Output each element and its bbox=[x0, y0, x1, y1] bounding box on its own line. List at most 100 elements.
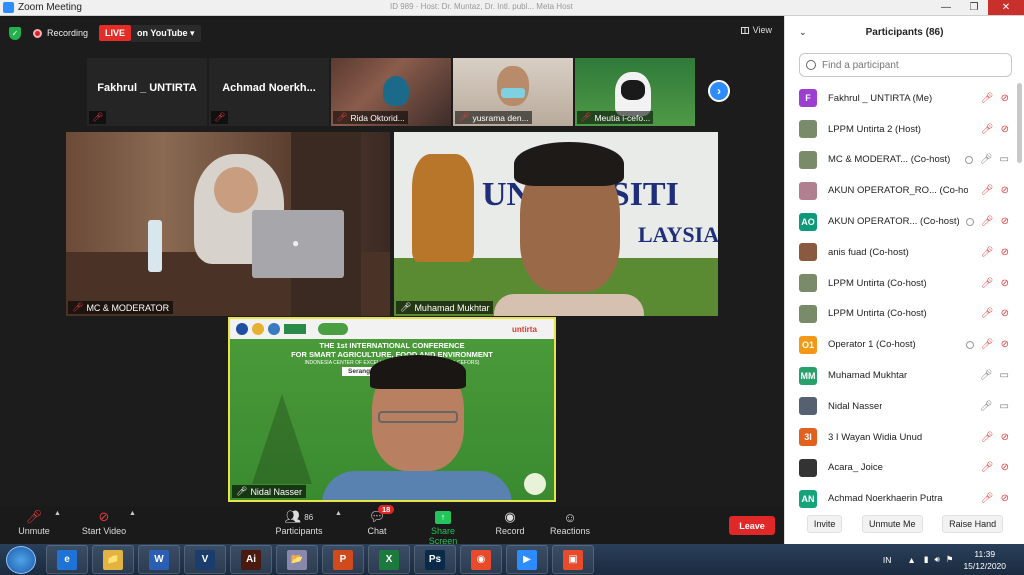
participant-row[interactable]: MM Muhamad Mukhtar 🎤︎ ▭ bbox=[785, 360, 1017, 391]
participant-name: AKUN OPERATOR_RO... (Co-host) bbox=[828, 185, 968, 197]
invite-button[interactable]: Invite bbox=[806, 515, 843, 533]
maximize-button[interactable]: ❐ bbox=[960, 0, 988, 15]
network-icon[interactable]: ▮ bbox=[924, 554, 929, 565]
mic-muted-icon: 🎤︎ bbox=[980, 185, 994, 197]
taskbar-app-button[interactable]: Ps bbox=[414, 545, 456, 574]
live-badge[interactable]: LIVE bbox=[99, 25, 132, 41]
participant-status-icons: 🎤︎ ⊘ bbox=[981, 462, 1009, 473]
recording-indicator[interactable]: Recording bbox=[33, 28, 88, 38]
record-permission-icon bbox=[965, 340, 974, 349]
record-icon: ◉ bbox=[504, 509, 516, 524]
chevron-down-icon[interactable]: ⌄ bbox=[799, 27, 807, 38]
chat-unread-badge: 18 bbox=[378, 505, 395, 514]
participant-figure bbox=[383, 76, 409, 106]
chevron-up-icon[interactable]: ▲ bbox=[335, 510, 342, 517]
chevron-up-icon[interactable]: ▲ bbox=[54, 510, 61, 517]
participant-row[interactable]: O1 Operator 1 (Co-host) 🎤︎ ⊘ bbox=[785, 329, 1017, 360]
next-page-button[interactable]: › bbox=[708, 80, 730, 102]
taskbar-app-button[interactable]: ▶ bbox=[506, 545, 548, 574]
mic-muted-icon: 🎤︎ bbox=[458, 112, 470, 122]
gallery-thumb-5[interactable]: 🎤︎ Meutia i-cefo... bbox=[575, 58, 695, 126]
app-icon: V bbox=[195, 549, 215, 570]
participant-row[interactable]: Nidal Nasser 🎤︎ ▭ bbox=[785, 391, 1017, 422]
gallery-thumb-4[interactable]: 🎤︎ yusrama den... bbox=[453, 58, 573, 126]
scrollbar[interactable] bbox=[1017, 83, 1022, 163]
gallery-thumb-1[interactable]: Fakhrul _ UNTIRTA 🎤︎ bbox=[87, 58, 207, 126]
video-off-icon: ⊘ bbox=[1000, 431, 1009, 443]
speaker-hair bbox=[370, 355, 466, 389]
participant-search[interactable]: Find a participant bbox=[799, 53, 1012, 77]
recording-label: Recording bbox=[47, 28, 89, 38]
participant-row[interactable]: F Fakhrul _ UNTIRTA (Me) 🎤︎ ⊘ bbox=[785, 83, 1017, 114]
taskbar-app-button[interactable]: ▣ bbox=[552, 545, 594, 574]
participant-row[interactable]: MC & MODERAT... (Co-host) 🎤︎ ▭ bbox=[785, 145, 1017, 176]
language-indicator[interactable]: IN bbox=[883, 555, 892, 565]
participant-row[interactable]: LPPM Untirta 2 (Host) 🎤︎ ⊘ bbox=[785, 114, 1017, 145]
thumb-label-text: Rida Oktorid... bbox=[350, 112, 405, 123]
start-button[interactable] bbox=[6, 545, 36, 574]
participant-status-icons: 🎤︎ ▭ bbox=[980, 401, 1009, 412]
flag-icon[interactable]: ⚑ bbox=[946, 554, 954, 565]
share-screen-button[interactable]: ↑ Share Screen bbox=[416, 508, 470, 546]
taskbar-app-button[interactable]: Ai bbox=[230, 545, 272, 574]
speaker-hair bbox=[514, 142, 624, 186]
mic-icon: 🎤︎ bbox=[979, 154, 993, 166]
participant-name: Operator 1 (Co-host) bbox=[828, 339, 916, 351]
participant-status-icons: 🎤︎ ⊘ bbox=[981, 493, 1009, 504]
unmute-me-button[interactable]: Unmute Me bbox=[861, 515, 923, 533]
tray-chevron-icon[interactable]: ▲ bbox=[907, 555, 915, 565]
thumb-label: 🎤︎ Meutia i-cefo... bbox=[577, 111, 654, 124]
video-icon: ▭ bbox=[999, 370, 1009, 382]
gallery-thumb-3[interactable]: 🎤︎ Rida Oktorid... bbox=[331, 58, 451, 126]
app-icon: X bbox=[379, 549, 399, 570]
youtube-live-dropdown[interactable]: on YouTube ▾ bbox=[131, 24, 201, 42]
raise-hand-button[interactable]: Raise Hand bbox=[942, 515, 1004, 533]
mic-muted-icon: 🎤︎ bbox=[336, 112, 348, 122]
video-tile-muhamad[interactable]: UN VERSITI LAYSIA 🎤︎Muhamad Mukhtar bbox=[394, 132, 718, 316]
participant-row[interactable]: AN Achmad Noerkhaerin Putra 🎤︎ ⊘ bbox=[785, 483, 1017, 514]
taskbar-app-button[interactable]: X bbox=[368, 545, 410, 574]
participant-row[interactable]: LPPM Untirta (Co-host) 🎤︎ ⊘ bbox=[785, 268, 1017, 299]
taskbar-app-button[interactable]: 📁 bbox=[92, 545, 134, 574]
avatar: MM bbox=[799, 366, 817, 385]
participant-row[interactable]: 3I 3 I Wayan Widia Unud 🎤︎ ⊘ bbox=[785, 422, 1017, 453]
start-video-button[interactable]: ⊘ Start Video ▲ bbox=[79, 508, 136, 536]
chat-label: Chat bbox=[367, 526, 387, 536]
taskbar-app-button[interactable]: W bbox=[138, 545, 180, 574]
video-tile-nidal[interactable]: untirta THE 1st INTERNATIONAL CONFERENCE… bbox=[228, 317, 556, 502]
video-tile-mc[interactable]: ● 🎤︎ MC & MODERATOR bbox=[66, 132, 390, 316]
reactions-label: Reactions bbox=[549, 526, 591, 536]
chevron-up-icon[interactable]: ▲ bbox=[129, 510, 136, 517]
avatar bbox=[799, 120, 817, 139]
taskbar-app-button[interactable]: e bbox=[46, 545, 88, 574]
windows-taskbar: e 📁 W V Ai 📂 P X Ps ◉ ▶ ▣ IN ▲ ▮ 🔊︎ ⚑ 11:39 15/12/2… bbox=[0, 544, 1024, 575]
avatar: O1 bbox=[799, 335, 817, 354]
view-button[interactable]: View bbox=[740, 25, 772, 35]
participant-row[interactable]: AKUN OPERATOR_RO... (Co-host) 🎤︎ ⊘ bbox=[785, 175, 1017, 206]
leave-button[interactable]: Leave bbox=[729, 516, 775, 535]
minimize-button[interactable]: — bbox=[932, 0, 960, 15]
search-input[interactable]: Find a participant bbox=[822, 60, 899, 71]
unmute-button[interactable]: 🎤︎ Unmute ▲ bbox=[16, 508, 61, 536]
volume-icon[interactable]: 🔊︎ bbox=[934, 554, 939, 565]
gallery-thumb-2[interactable]: Achmad Noerkh... 🎤︎ bbox=[209, 58, 329, 126]
shield-icon[interactable]: ✓ bbox=[9, 26, 21, 40]
close-button[interactable]: ✕ bbox=[988, 0, 1024, 15]
reactions-button[interactable]: ☺ Reactions bbox=[549, 508, 591, 537]
record-button[interactable]: ◉ Record bbox=[494, 508, 526, 536]
taskbar-app-button[interactable]: V bbox=[184, 545, 226, 574]
participant-row[interactable]: Acara_ Joice 🎤︎ ⊘ bbox=[785, 453, 1017, 484]
taskbar-clock[interactable]: 11:39 15/12/2020 bbox=[963, 548, 1006, 572]
taskbar-app-button[interactable]: ◉ bbox=[460, 545, 502, 574]
participant-row[interactable]: anis fuad (Co-host) 🎤︎ ⊘ bbox=[785, 237, 1017, 268]
participant-status-icons: 🎤︎ ⊘ bbox=[981, 247, 1009, 258]
participant-list: F Fakhrul _ UNTIRTA (Me) 🎤︎ ⊘ LPPM Untirta 2… bbox=[785, 83, 1017, 514]
mic-muted-icon: 🎤︎ bbox=[980, 277, 994, 289]
participant-row[interactable]: LPPM Untirta (Co-host) 🎤︎ ⊘ bbox=[785, 299, 1017, 330]
taskbar-app-button[interactable]: P bbox=[322, 545, 364, 574]
participants-button[interactable]: 👥︎ 86 Participants ▲ bbox=[275, 508, 341, 536]
participant-row[interactable]: AO AKUN OPERATOR... (Co-host) 🎤︎ ⊘ bbox=[785, 206, 1017, 237]
taskbar-app-button[interactable]: 📂 bbox=[276, 545, 318, 574]
participant-name: Fakhrul _ UNTIRTA (Me) bbox=[828, 92, 933, 104]
chat-button[interactable]: 💬︎ 18 Chat bbox=[364, 505, 395, 536]
